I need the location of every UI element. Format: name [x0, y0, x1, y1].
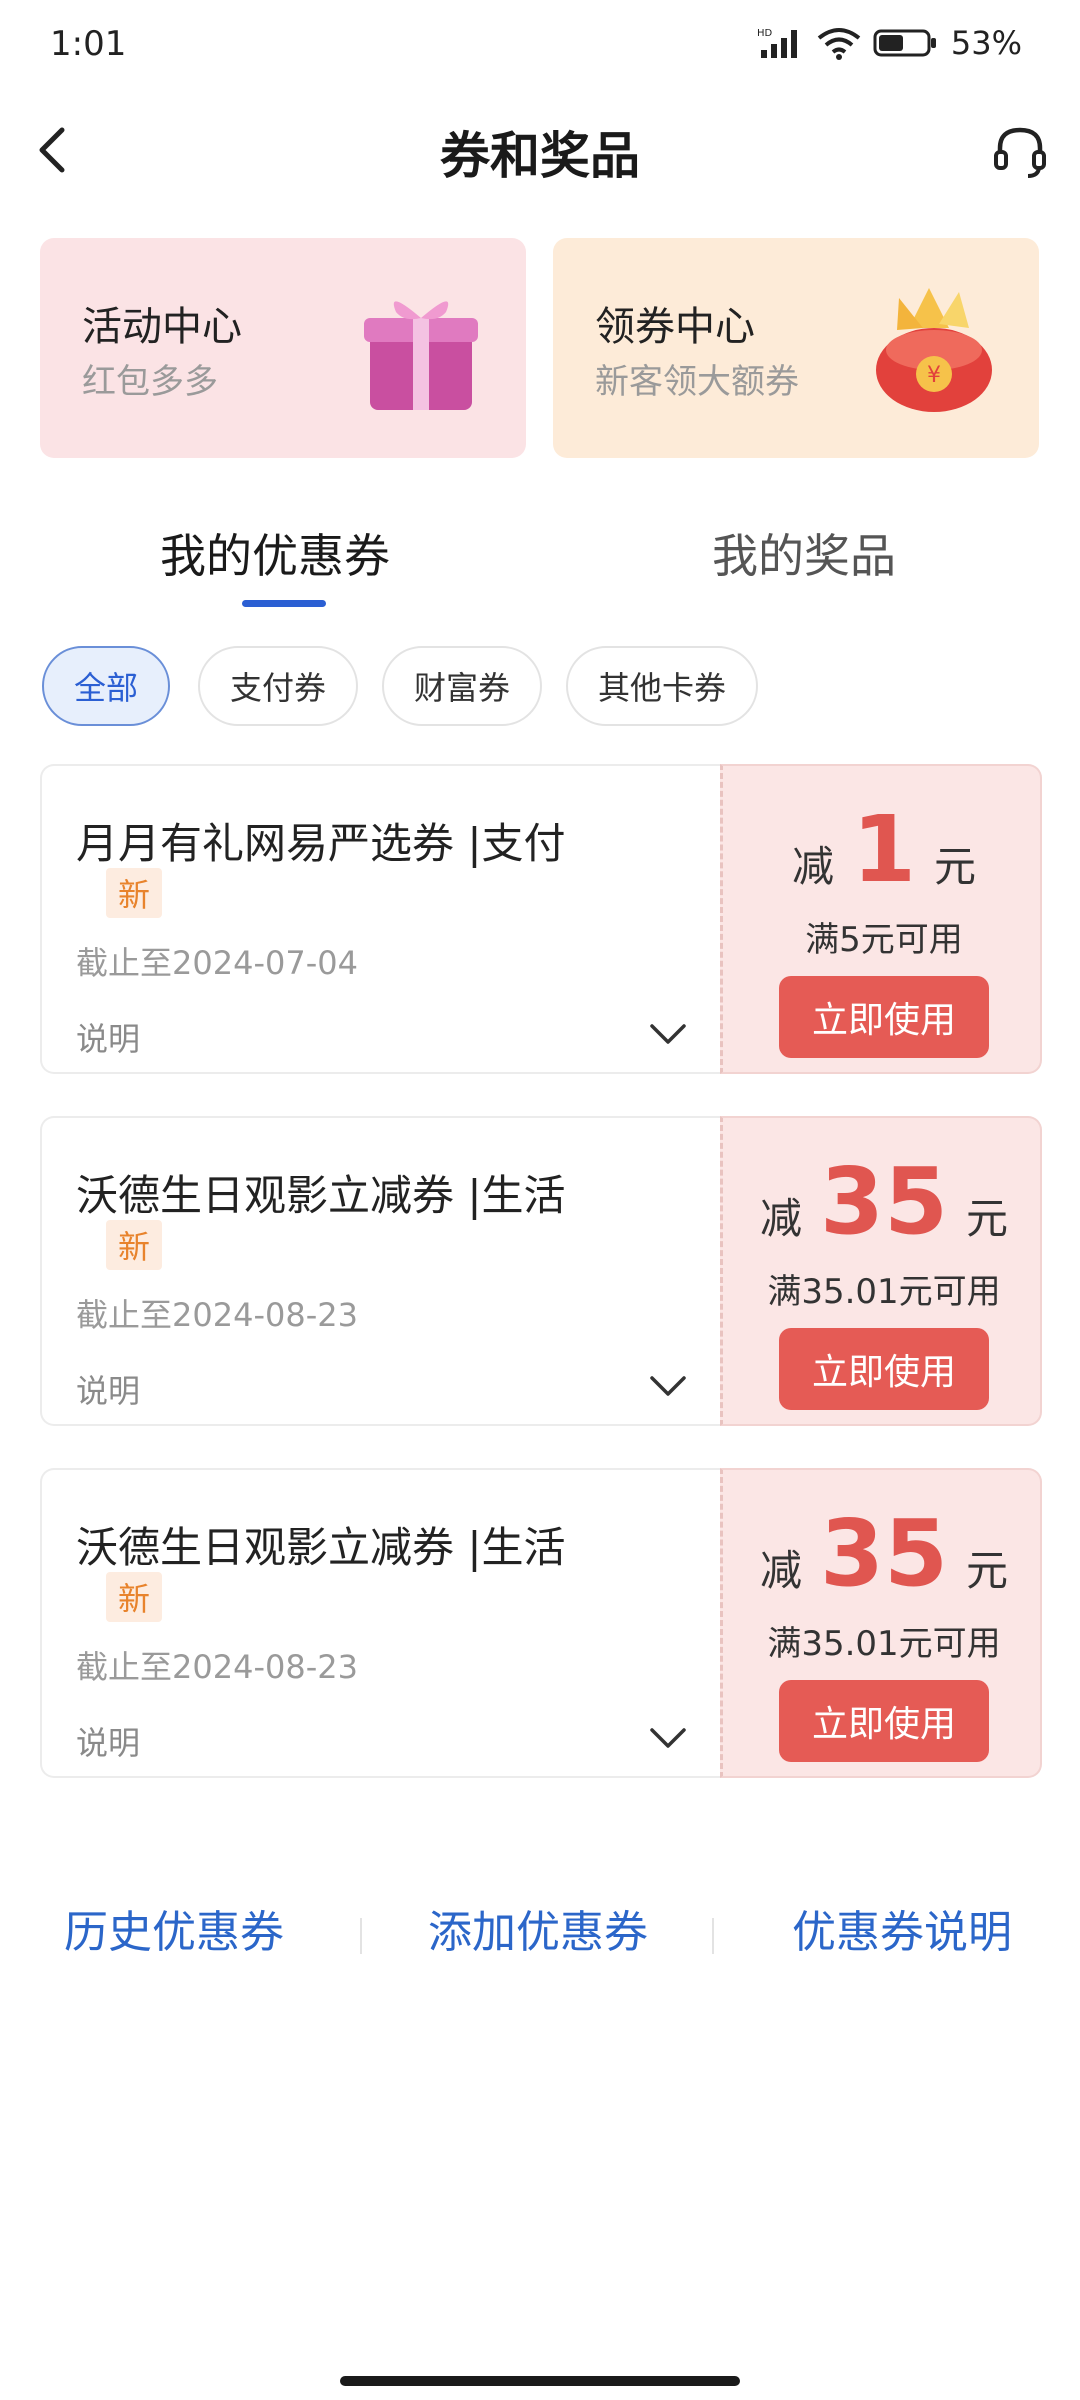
coupon-description-toggle[interactable]: 说明	[76, 1014, 140, 1060]
add-coupon-link[interactable]: 添加优惠券	[428, 1896, 648, 1960]
amount-prefix: 减	[791, 842, 834, 891]
coupon-expiry: 截止至2024-08-23	[76, 1648, 358, 1686]
chevron-down-icon[interactable]	[646, 1018, 690, 1050]
promo-subtitle: 红包多多	[82, 362, 218, 402]
amount-prefix: 减	[759, 1546, 802, 1595]
coupon-expiry: 截止至2024-07-04	[76, 944, 358, 982]
filter-wealth[interactable]: 财富券	[382, 646, 542, 726]
use-now-button[interactable]: 立即使用	[779, 1328, 989, 1410]
status-bar: 1:01 HD 53%	[0, 0, 1080, 90]
coupon-amount: 减 35 元	[723, 1508, 1045, 1600]
coupon-condition: 满35.01元可用	[767, 1624, 1001, 1664]
new-badge: 新	[106, 1572, 163, 1622]
new-badge: 新	[106, 1220, 163, 1270]
filter-payment[interactable]: 支付券	[198, 646, 358, 726]
filter-other-cards[interactable]: 其他卡券	[566, 646, 758, 726]
history-coupons-link[interactable]: 历史优惠券	[64, 1896, 284, 1960]
coupon-amount: 减 35 元	[723, 1156, 1045, 1248]
link-divider	[360, 1918, 362, 1954]
cellular-signal-icon: HD	[757, 28, 797, 58]
headset-icon[interactable]	[988, 118, 1052, 182]
bottom-links: 历史优惠券 添加优惠券 优惠券说明	[0, 1896, 1080, 1976]
coupon-amount-panel: 减 35 元 满35.01元可用 立即使用	[720, 1116, 1042, 1426]
coupon-card: 沃德生日观影立减券 |生活 新 截止至2024-08-23 说明 减 35 元 …	[40, 1468, 1042, 1778]
coupon-condition: 满35.01元可用	[767, 1272, 1001, 1312]
coupon-card: 月月有礼网易严选券 |支付 新 截止至2024-07-04 说明 减 1 元 满…	[40, 764, 1042, 1074]
battery-icon	[873, 29, 936, 57]
coupon-title: 沃德生日观影立减券 |生活	[76, 1171, 566, 1220]
tab-my-coupons[interactable]: 我的优惠券	[160, 520, 390, 586]
header: 券和奖品	[0, 100, 1080, 200]
tab-bar: 我的优惠券 我的奖品	[0, 520, 1080, 610]
promo-subtitle: 新客领大额券	[595, 362, 799, 402]
coupon-expiry: 截止至2024-08-23	[76, 1296, 358, 1334]
activity-center-card[interactable]: 活动中心 红包多多	[40, 238, 526, 458]
coupon-condition: 满5元可用	[805, 920, 963, 960]
coupon-card: 沃德生日观影立减券 |生活 新 截止至2024-08-23 说明 减 35 元 …	[40, 1116, 1042, 1426]
coupon-info: 月月有礼网易严选券 |支付 新 截止至2024-07-04 说明	[40, 764, 720, 1074]
amount-unit: 元	[966, 1194, 1009, 1243]
amount-unit: 元	[966, 1546, 1009, 1595]
coupon-description-toggle[interactable]: 说明	[76, 1366, 140, 1412]
coupon-rules-link[interactable]: 优惠券说明	[792, 1896, 1012, 1960]
coupon-amount: 减 1 元	[723, 804, 1045, 896]
chevron-down-icon[interactable]	[646, 1370, 690, 1402]
new-badge: 新	[106, 868, 163, 918]
amount-value: 1	[851, 796, 916, 903]
amount-value: 35	[819, 1148, 949, 1255]
use-now-button[interactable]: 立即使用	[779, 976, 989, 1058]
tab-active-indicator	[242, 600, 326, 607]
coupon-title: 沃德生日观影立减券 |生活	[76, 1523, 566, 1572]
amount-unit: 元	[934, 842, 977, 891]
promo-title: 领券中心	[595, 304, 755, 350]
wifi-icon	[817, 28, 861, 60]
coupon-description-toggle[interactable]: 说明	[76, 1718, 140, 1764]
tab-my-prizes[interactable]: 我的奖品	[712, 520, 896, 586]
coupon-info: 沃德生日观影立减券 |生活 新 截止至2024-08-23 说明	[40, 1468, 720, 1778]
filter-all[interactable]: 全部	[42, 646, 170, 726]
battery-percent: 53%	[950, 24, 1022, 62]
svg-text:¥: ¥	[927, 363, 941, 388]
use-now-button[interactable]: 立即使用	[779, 1680, 989, 1762]
amount-prefix: 减	[759, 1194, 802, 1243]
coupon-amount-panel: 减 35 元 满35.01元可用 立即使用	[720, 1468, 1042, 1778]
amount-value: 35	[819, 1500, 949, 1607]
coupon-center-card[interactable]: 领券中心 新客领大额券 ¥	[553, 238, 1039, 458]
red-envelope-icon: ¥	[876, 288, 992, 412]
status-time: 1:01	[50, 24, 127, 64]
coupon-title: 月月有礼网易严选券 |支付	[76, 819, 566, 868]
page-title: 券和奖品	[440, 127, 640, 185]
coupon-amount-panel: 减 1 元 满5元可用 立即使用	[720, 764, 1042, 1074]
svg-text:HD: HD	[757, 28, 773, 39]
promo-title: 活动中心	[82, 304, 242, 350]
link-divider	[712, 1918, 714, 1954]
chevron-down-icon[interactable]	[646, 1722, 690, 1754]
gift-box-icon	[364, 301, 478, 410]
coupon-info: 沃德生日观影立减券 |生活 新 截止至2024-08-23 说明	[40, 1116, 720, 1426]
status-indicators: HD 53%	[757, 24, 1022, 62]
home-indicator[interactable]	[340, 2376, 740, 2386]
